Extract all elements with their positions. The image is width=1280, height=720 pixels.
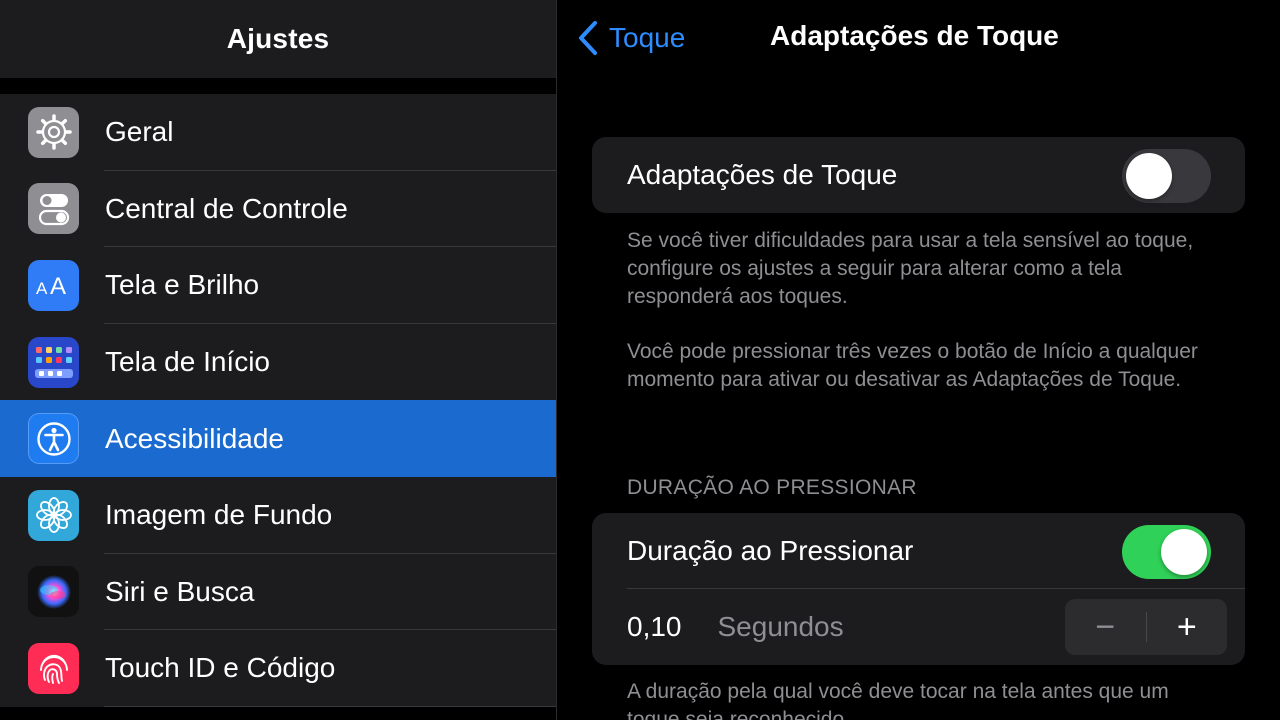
sidebar-item-touch-id-e-codigo[interactable]: Touch ID e Código — [0, 630, 556, 707]
sidebar-item-label: Tela de Início — [105, 346, 270, 378]
sidebar-gap — [0, 78, 556, 94]
back-button[interactable]: Toque — [577, 20, 685, 56]
gear-icon — [28, 106, 79, 158]
sidebar-item-tela-de-inicio[interactable]: Tela de Início — [0, 324, 556, 401]
hold-duration-value-row: 0,10 Segundos − + — [592, 589, 1245, 665]
touch-accommodations-description: Se você tiver dificuldades para usar a t… — [627, 229, 1194, 308]
sidebar-header: Ajustes — [0, 0, 556, 78]
sidebar-item-imagem-de-fundo[interactable]: Imagem de Fundo — [0, 477, 556, 554]
text-size-icon: A A — [28, 259, 79, 311]
sidebar-item-siri-e-busca[interactable]: Siri e Busca — [0, 554, 556, 631]
touch-accommodations-label: Adaptações de Toque — [627, 159, 898, 190]
switch-knob — [1161, 529, 1207, 575]
row-separator — [104, 705, 556, 707]
decrement-button[interactable]: − — [1065, 599, 1146, 655]
page-title: Adaptações de Toque — [770, 20, 1059, 51]
hold-duration-description: A duração pela qual você deve tocar na t… — [627, 680, 1169, 720]
svg-text:A: A — [50, 273, 66, 300]
hold-duration-label: Duração ao Pressionar — [627, 535, 914, 566]
sidebar-item-label: Siri e Busca — [105, 575, 255, 607]
home-grid-icon — [28, 336, 79, 388]
sidebar-item-label: Tela e Brilho — [105, 269, 260, 301]
flower-icon — [28, 489, 79, 541]
sidebar-item-central-de-controle[interactable]: Central de Controle — [0, 171, 556, 248]
touch-accommodations-row: Adaptações de Toque — [592, 137, 1245, 213]
sidebar-item-label: Touch ID e Código — [105, 652, 336, 684]
sidebar-item-label: Central de Controle — [105, 192, 348, 224]
sidebar-item-acessibilidade[interactable]: Acessibilidade — [0, 400, 556, 477]
sidebar-item-tela-e-brilho[interactable]: A A Tela e Brilho — [0, 247, 556, 324]
fingerprint-icon — [28, 642, 79, 694]
toggles-icon — [28, 183, 79, 235]
sidebar-title: Ajustes — [226, 23, 330, 54]
hold-duration-stepper: − + — [1065, 599, 1227, 655]
hold-duration-section-header: DURAÇÃO AO PRESSIONAR — [627, 476, 917, 499]
hold-duration-row: Duração ao Pressionar — [592, 513, 1245, 589]
hold-duration-unit: Segundos — [717, 611, 844, 642]
sidebar-item-label: Imagem de Fundo — [105, 499, 333, 531]
sidebar-item-geral[interactable]: Geral — [0, 94, 556, 171]
touch-accommodations-switch[interactable] — [1122, 149, 1211, 203]
switch-knob — [1126, 153, 1172, 199]
navigation-bar: Toque Adaptações de Toque — [557, 0, 1280, 78]
hold-duration-value: 0,10 — [627, 611, 682, 642]
hold-duration-switch[interactable] — [1122, 525, 1211, 579]
chevron-left-icon — [579, 21, 597, 55]
increment-button[interactable]: + — [1147, 599, 1228, 655]
detail-pane: Toque Adaptações de Toque Adaptações de … — [557, 0, 1280, 720]
triple-click-description: Você pode pressionar três vezes o botão … — [627, 340, 1198, 391]
sidebar-item-label: Geral — [105, 116, 174, 148]
settings-sidebar: Ajustes Geral Central de Controle A A Te… — [0, 0, 556, 720]
back-label: Toque — [609, 22, 686, 53]
touch-accommodations-group: Adaptações de Toque — [592, 137, 1245, 213]
hold-duration-group: Duração ao Pressionar 0,10 Segundos − + — [592, 513, 1245, 665]
accessibility-icon — [28, 413, 79, 465]
svg-text:A: A — [36, 279, 48, 298]
sidebar-list: Geral Central de Controle A A Tela e Bri… — [0, 94, 556, 707]
siri-icon — [28, 566, 79, 618]
sidebar-item-label: Acessibilidade — [105, 422, 284, 454]
